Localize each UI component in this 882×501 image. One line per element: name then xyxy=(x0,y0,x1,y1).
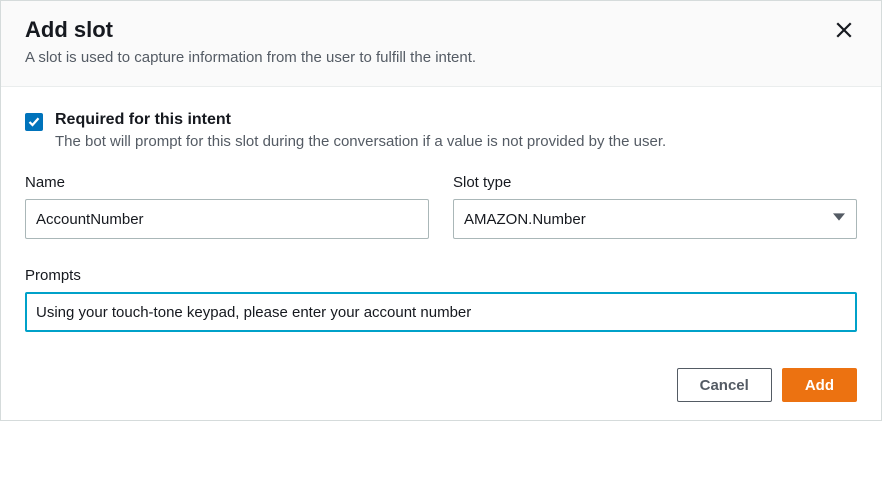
name-label: Name xyxy=(25,174,429,191)
name-input[interactable] xyxy=(25,199,429,239)
required-description: The bot will prompt for this slot during… xyxy=(55,133,857,150)
slot-type-value: AMAZON.Number xyxy=(464,211,586,228)
cancel-button[interactable]: Cancel xyxy=(677,368,772,402)
name-group: Name xyxy=(25,174,429,239)
required-checkbox-text: Required for this intent The bot will pr… xyxy=(55,111,857,150)
add-button[interactable]: Add xyxy=(782,368,857,402)
modal-body: Required for this intent The bot will pr… xyxy=(1,87,881,352)
modal-header-text: Add slot A slot is used to capture infor… xyxy=(25,17,831,66)
slot-type-label: Slot type xyxy=(453,174,857,191)
slot-type-group: Slot type AMAZON.Number xyxy=(453,174,857,239)
required-checkbox[interactable] xyxy=(25,113,43,131)
check-icon xyxy=(28,116,40,128)
required-label: Required for this intent xyxy=(55,111,857,129)
add-slot-modal: Add slot A slot is used to capture infor… xyxy=(0,0,882,421)
slot-type-select[interactable]: AMAZON.Number xyxy=(453,199,857,239)
close-button[interactable] xyxy=(831,17,857,47)
slot-type-select-wrap: AMAZON.Number xyxy=(453,199,857,239)
required-checkbox-row: Required for this intent The bot will pr… xyxy=(25,111,857,150)
prompts-label: Prompts xyxy=(25,267,857,284)
modal-header: Add slot A slot is used to capture infor… xyxy=(1,1,881,87)
modal-title: Add slot xyxy=(25,17,831,43)
form-row: Name Slot type AMAZON.Number xyxy=(25,174,857,239)
modal-subtitle: A slot is used to capture information fr… xyxy=(25,49,831,66)
prompts-group: Prompts xyxy=(25,267,857,332)
prompts-input[interactable] xyxy=(25,292,857,332)
modal-footer: Cancel Add xyxy=(1,352,881,420)
close-icon xyxy=(835,21,853,39)
